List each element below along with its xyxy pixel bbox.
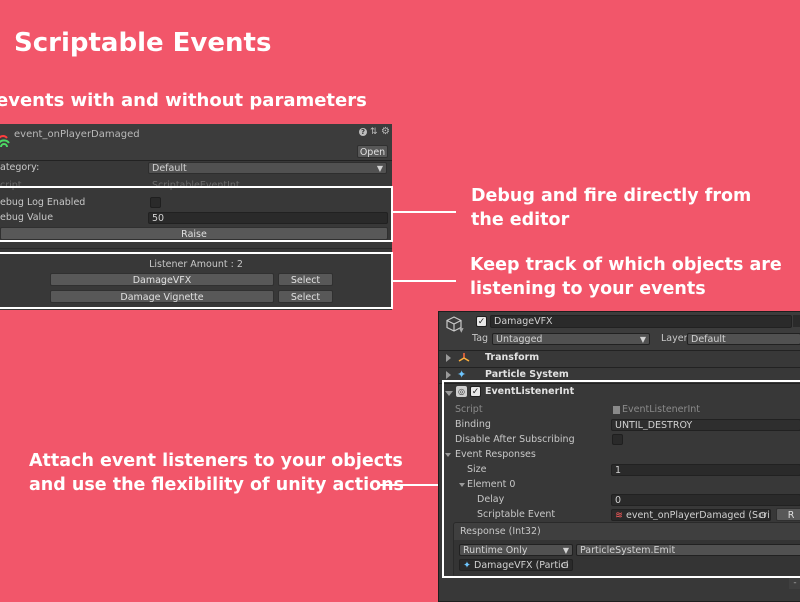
debug-callout-line2: the editor: [471, 210, 570, 230]
chevron-down-icon: ▼: [376, 164, 383, 173]
gameobject-active-checkbox[interactable]: ✓: [476, 316, 487, 327]
category-dropdown[interactable]: Default ▼: [148, 162, 387, 174]
scriptable-event-icon: [0, 129, 10, 149]
category-label: ategory:: [0, 162, 40, 173]
page-title: Scriptable Events: [14, 28, 272, 58]
debug-callout: Debug and fire directly from the editor: [471, 184, 751, 232]
track-callout-line: [393, 280, 456, 282]
page-subtitle: events with and without parameters: [0, 90, 367, 111]
track-callout-line1: Keep track of which objects are: [470, 255, 782, 275]
static-checkbox[interactable]: [793, 315, 800, 327]
debug-highlight-box: [0, 186, 393, 242]
chevron-down-icon: ▼: [639, 335, 646, 344]
attach-callout: Attach event listeners to your objects a…: [29, 449, 404, 497]
debug-callout-line: [393, 211, 456, 213]
settings-gear-icon[interactable]: ⚙: [381, 126, 390, 137]
listener-component-highlight-box: [442, 380, 800, 578]
add-remove-footer[interactable]: -: [789, 577, 800, 589]
help-icon[interactable]: ?: [359, 128, 367, 136]
transform-icon: [458, 352, 470, 367]
divider: [0, 248, 392, 249]
track-callout-line2: listening to your events: [470, 279, 706, 299]
attach-callout-line2: and use the flexibility of unity actions: [29, 475, 404, 495]
small-dropdown-icon[interactable]: ▼: [459, 327, 464, 334]
layer-value: Default: [691, 334, 726, 345]
category-value: Default: [152, 163, 187, 174]
layer-label: Layer: [661, 333, 688, 344]
layer-dropdown[interactable]: Default: [687, 333, 800, 345]
listeners-highlight-box: [0, 252, 393, 309]
gameobject-name-field[interactable]: DamageVFX: [490, 315, 792, 328]
expand-arrow-icon[interactable]: [446, 371, 451, 379]
tag-label: Tag: [472, 333, 489, 344]
asset-name: event_onPlayerDamaged: [14, 129, 140, 140]
expand-arrow-icon[interactable]: [446, 354, 451, 362]
debug-callout-line1: Debug and fire directly from: [471, 186, 752, 206]
attach-callout-line1: Attach event listeners to your objects: [29, 451, 403, 471]
tag-value: Untagged: [496, 334, 543, 345]
track-callout: Keep track of which objects are listenin…: [470, 253, 782, 301]
transform-component-label[interactable]: Transform: [485, 351, 539, 365]
preset-icon[interactable]: ⇅: [370, 127, 378, 137]
tag-dropdown[interactable]: Untagged ▼: [492, 333, 650, 345]
attach-callout-line: [378, 484, 440, 486]
open-button[interactable]: Open: [357, 145, 388, 158]
divider: [0, 160, 392, 161]
